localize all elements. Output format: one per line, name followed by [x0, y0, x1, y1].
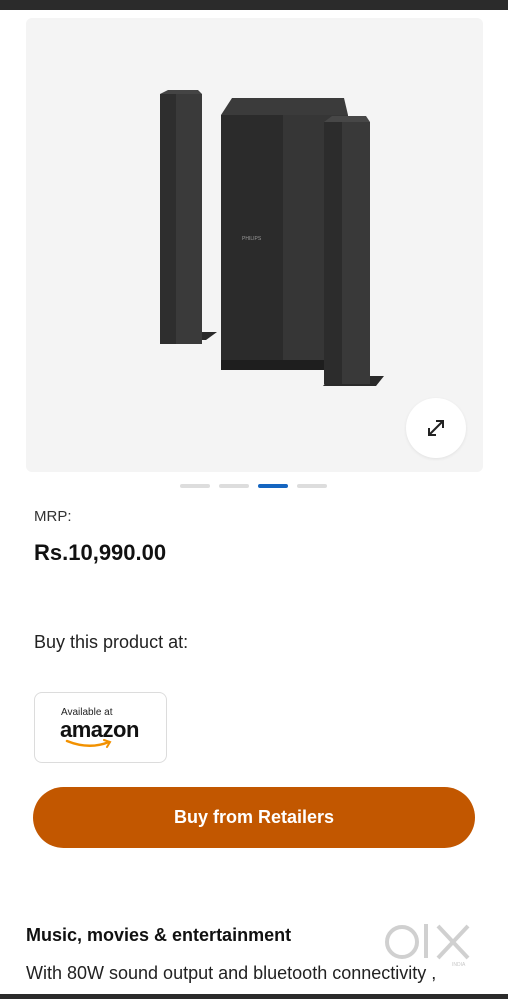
section-description: With 80W sound output and bluetooth conn…	[26, 963, 437, 983]
product-image-gallery[interactable]: PHILIPS	[26, 18, 483, 472]
amazon-retailer-button[interactable]: Available at amazon	[34, 692, 167, 763]
expand-arrows-icon	[428, 420, 444, 436]
carousel-dot[interactable]	[219, 484, 249, 488]
carousel-dot-active[interactable]	[258, 484, 288, 488]
product-logo: PHILIPS	[242, 236, 262, 242]
carousel-indicators[interactable]	[180, 484, 327, 488]
olx-watermark: INDIA	[385, 924, 470, 968]
price: Rs.10,990.00	[34, 540, 167, 565]
carousel-dot[interactable]	[297, 484, 327, 488]
bottom-bar	[0, 994, 508, 999]
expand-image-button[interactable]	[406, 398, 466, 458]
watermark-sub-text: INDIA	[452, 962, 466, 968]
product-image: PHILIPS	[160, 90, 384, 386]
status-bar	[0, 0, 508, 10]
mrp-label: MRP:	[34, 508, 72, 525]
amazon-smile-icon	[65, 739, 112, 748]
section-title: Music, movies & entertainment	[26, 925, 292, 945]
buy-at-heading: Buy this product at:	[34, 632, 189, 652]
buy-from-retailers-button[interactable]: Buy from Retailers	[33, 787, 475, 848]
carousel-dot[interactable]	[180, 484, 210, 488]
